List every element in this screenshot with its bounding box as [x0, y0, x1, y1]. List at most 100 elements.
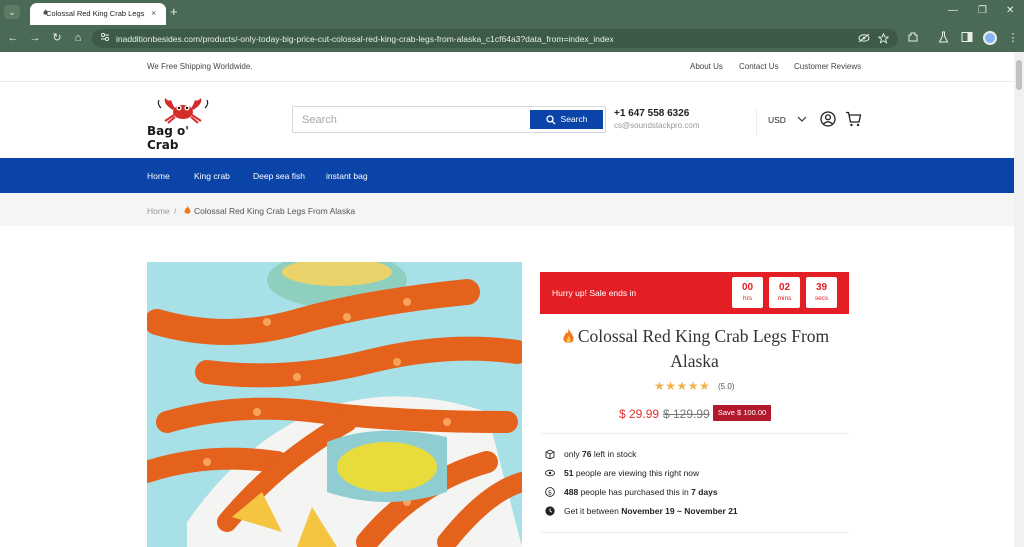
search-input[interactable]: [294, 108, 528, 131]
search-button[interactable]: Search: [530, 110, 603, 129]
url-text: inadditionbesides.com/products/-only-tod…: [116, 34, 614, 44]
scrollbar-thumb[interactable]: [1016, 60, 1022, 90]
viewing-count: 51: [564, 468, 574, 478]
purchased-count: 488: [564, 487, 579, 497]
breadcrumb-separator: /: [174, 206, 177, 216]
flask-icon[interactable]: [938, 31, 949, 43]
support-email[interactable]: cs@soundstackpro.com: [614, 121, 700, 130]
about-us-link[interactable]: About Us: [690, 62, 723, 71]
stock-count: 76: [581, 449, 592, 459]
countdown-hours: 00 hrs: [732, 277, 763, 308]
minimize-button[interactable]: —: [948, 5, 958, 16]
chevron-down-icon: [797, 116, 807, 122]
rating-value: (5.0): [718, 382, 735, 391]
browser-toolbar: ← → ↻ ⌂ inadditionbesides.com/products/-…: [0, 25, 1024, 52]
tab-close-icon[interactable]: ×: [151, 8, 156, 18]
tab-title: Colossal Red King Crab Legs: [46, 9, 145, 18]
countdown-seconds-value: 39: [815, 282, 828, 293]
browser-chrome: ⌄ Colossal Red King Crab Legs × + — ❐ ✕ …: [0, 0, 1024, 52]
crab-legs-photo: [147, 262, 522, 547]
tab-bar: ⌄ Colossal Red King Crab Legs × + — ❐ ✕: [0, 0, 1024, 25]
box-icon: [545, 449, 555, 459]
countdown-hours-label: hrs: [742, 295, 753, 302]
address-bar[interactable]: inadditionbesides.com/products/-only-tod…: [92, 29, 898, 48]
purchased-days: 7 days: [691, 487, 718, 497]
delivery-pre: Get it between: [564, 506, 619, 516]
delivery-text: Get it between November 19 ~ November 21: [564, 506, 738, 516]
logo-text: Bag o' Crab: [147, 124, 189, 152]
countdown-seconds: 39 secs: [806, 277, 837, 308]
nav-item-deep-sea-fish[interactable]: Deep sea fish: [253, 171, 305, 181]
main-navigation: Home King crab Deep sea fish instant bag: [0, 158, 1014, 193]
divider: [540, 532, 849, 533]
reload-button[interactable]: ↻: [50, 31, 64, 45]
countdown-minutes-value: 02: [778, 282, 791, 293]
breadcrumb-home-link[interactable]: Home: [147, 206, 170, 216]
home-button[interactable]: ⌂: [71, 31, 85, 45]
shipping-notice: We Free Shipping Worldwide.: [147, 62, 253, 71]
clock-icon: [545, 506, 555, 516]
search-icon: [545, 115, 555, 125]
eye-off-icon[interactable]: [858, 33, 870, 43]
browser-tab[interactable]: Colossal Red King Crab Legs ×: [30, 3, 166, 25]
breadcrumb: Home / Colossal Red King Crab Legs From …: [0, 193, 1014, 226]
sale-countdown-banner: Hurry up! Sale ends in 00 hrs 02 mins 39…: [540, 272, 849, 314]
viewing-label: people are viewing this right now: [575, 468, 700, 478]
maximize-button[interactable]: ❐: [978, 5, 987, 16]
product-image[interactable]: [147, 262, 522, 547]
fire-icon: [184, 205, 191, 214]
nav-item-home[interactable]: Home: [147, 171, 170, 181]
profile-avatar[interactable]: [983, 31, 997, 45]
phone-number: +1 647 558 6326: [614, 108, 690, 119]
divider: [540, 433, 849, 434]
nav-item-king-crab[interactable]: King crab: [194, 171, 230, 181]
countdown-minutes-label: mins: [777, 295, 792, 302]
search-button-label: Search: [560, 114, 588, 125]
dollar-coin-icon: $: [545, 487, 555, 497]
purchased-label: people has purchased this in: [580, 487, 689, 497]
new-tab-button[interactable]: +: [170, 4, 178, 19]
sale-price: $ 29.99: [619, 407, 660, 421]
eye-icon: [545, 469, 555, 477]
countdown-hours-value: 00: [741, 282, 754, 293]
original-price: $ 129.99: [663, 407, 710, 421]
side-panel-icon[interactable]: [961, 31, 973, 43]
close-window-button[interactable]: ✕: [1006, 5, 1014, 16]
svg-text:$: $: [548, 488, 552, 496]
stock-pre: only: [564, 449, 580, 459]
countdown-seconds-label: secs: [814, 295, 829, 302]
browser-menu-button[interactable]: ⋮: [1006, 31, 1020, 45]
tab-search-button[interactable]: ⌄: [4, 5, 20, 19]
currency-selector[interactable]: USD: [768, 115, 807, 125]
currency-value: USD: [768, 115, 786, 125]
site-settings-icon[interactable]: [100, 32, 110, 42]
sale-text: Hurry up! Sale ends in: [552, 288, 637, 298]
viewing-text: 51 people are viewing this right now: [564, 468, 699, 478]
cart-icon[interactable]: [845, 111, 862, 127]
crab-logo-icon: [157, 98, 209, 124]
site-logo[interactable]: Bag o' Crab: [147, 96, 219, 152]
site-header: Bag o' Crab Search +1 647 558 6326 cs@so…: [0, 82, 1014, 158]
forward-button[interactable]: →: [28, 31, 42, 45]
product-title-text: Colossal Red King Crab Legs From Alaska: [577, 326, 830, 371]
page-scrollbar[interactable]: [1014, 52, 1024, 547]
countdown-minutes: 02 mins: [769, 277, 800, 308]
product-title: Colossal Red King Crab Legs From Alaska: [540, 324, 849, 374]
account-icon[interactable]: [820, 111, 836, 127]
stock-post: left in stock: [593, 449, 637, 459]
rating-stars: ★★★★★: [654, 379, 711, 393]
back-button[interactable]: ←: [6, 31, 20, 45]
top-announcement-bar: We Free Shipping Worldwide. About Us Con…: [0, 52, 1014, 82]
web-page: We Free Shipping Worldwide. About Us Con…: [0, 52, 1014, 547]
extensions-icon[interactable]: [907, 31, 919, 43]
search-box: Search: [292, 106, 606, 133]
breadcrumb-current: Colossal Red King Crab Legs From Alaska: [194, 206, 356, 216]
header-divider: [756, 108, 757, 136]
delivery-range: November 19 ~ November 21: [621, 506, 738, 516]
purchased-text: 488 people has purchased this in 7 days: [564, 487, 718, 497]
save-badge: Save $ 100.00: [713, 405, 771, 421]
bookmark-star-icon[interactable]: [878, 33, 889, 44]
customer-reviews-link[interactable]: Customer Reviews: [794, 62, 861, 71]
contact-us-link[interactable]: Contact Us: [739, 62, 779, 71]
nav-item-instant-bag[interactable]: instant bag: [326, 171, 368, 181]
